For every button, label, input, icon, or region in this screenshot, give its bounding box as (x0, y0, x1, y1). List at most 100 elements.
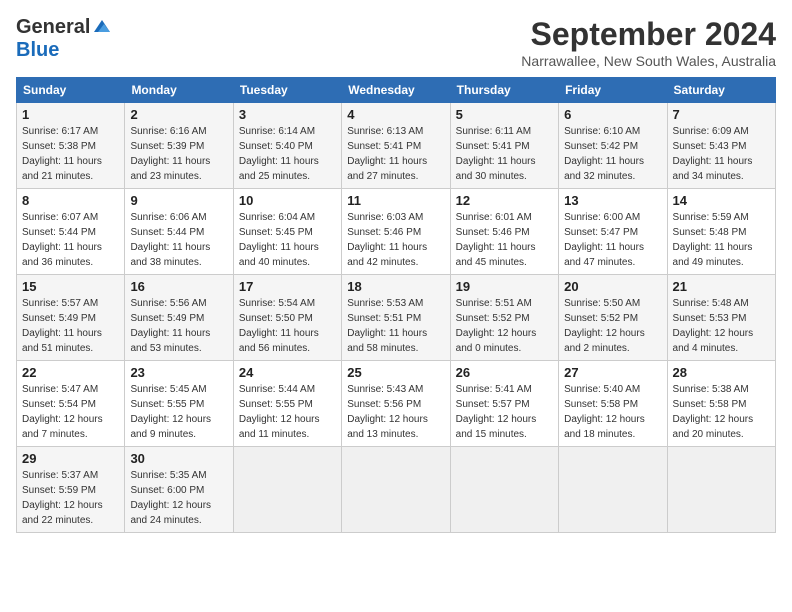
col-tuesday: Tuesday (233, 78, 341, 103)
day-number: 23 (130, 365, 227, 380)
day-number: 3 (239, 107, 336, 122)
day-number: 21 (673, 279, 770, 294)
day-info: Sunrise: 5:40 AMSunset: 5:58 PMDaylight:… (564, 384, 645, 440)
calendar-cell: 14 Sunrise: 5:59 AMSunset: 5:48 PMDaylig… (667, 189, 775, 275)
day-info: Sunrise: 5:59 AMSunset: 5:48 PMDaylight:… (673, 212, 753, 268)
calendar-cell (450, 447, 558, 533)
calendar-cell: 4 Sunrise: 6:13 AMSunset: 5:41 PMDayligh… (342, 103, 450, 189)
day-info: Sunrise: 6:00 AMSunset: 5:47 PMDaylight:… (564, 212, 644, 268)
calendar-cell: 16 Sunrise: 5:56 AMSunset: 5:49 PMDaylig… (125, 275, 233, 361)
day-info: Sunrise: 5:35 AMSunset: 6:00 PMDaylight:… (130, 470, 211, 526)
day-number: 27 (564, 365, 661, 380)
calendar-cell: 17 Sunrise: 5:54 AMSunset: 5:50 PMDaylig… (233, 275, 341, 361)
calendar-cell: 6 Sunrise: 6:10 AMSunset: 5:42 PMDayligh… (559, 103, 667, 189)
day-number: 1 (22, 107, 119, 122)
calendar-cell: 29 Sunrise: 5:37 AMSunset: 5:59 PMDaylig… (17, 447, 125, 533)
logo-general-text: General (16, 16, 90, 39)
col-thursday: Thursday (450, 78, 558, 103)
calendar-cell: 1 Sunrise: 6:17 AMSunset: 5:38 PMDayligh… (17, 103, 125, 189)
calendar-cell: 30 Sunrise: 5:35 AMSunset: 6:00 PMDaylig… (125, 447, 233, 533)
location-subtitle: Narrawallee, New South Wales, Australia (521, 53, 776, 69)
calendar-cell (667, 447, 775, 533)
day-number: 25 (347, 365, 444, 380)
day-info: Sunrise: 6:04 AMSunset: 5:45 PMDaylight:… (239, 212, 319, 268)
logo-blue-text: Blue (16, 39, 59, 62)
page-header: General Blue September 2024 Narrawallee,… (16, 16, 776, 69)
calendar-cell: 23 Sunrise: 5:45 AMSunset: 5:55 PMDaylig… (125, 361, 233, 447)
day-number: 20 (564, 279, 661, 294)
day-info: Sunrise: 6:07 AMSunset: 5:44 PMDaylight:… (22, 212, 102, 268)
calendar-cell: 3 Sunrise: 6:14 AMSunset: 5:40 PMDayligh… (233, 103, 341, 189)
calendar-cell: 22 Sunrise: 5:47 AMSunset: 5:54 PMDaylig… (17, 361, 125, 447)
calendar-cell: 28 Sunrise: 5:38 AMSunset: 5:58 PMDaylig… (667, 361, 775, 447)
day-number: 11 (347, 193, 444, 208)
day-info: Sunrise: 5:48 AMSunset: 5:53 PMDaylight:… (673, 298, 754, 354)
day-info: Sunrise: 5:54 AMSunset: 5:50 PMDaylight:… (239, 298, 319, 354)
calendar-cell: 21 Sunrise: 5:48 AMSunset: 5:53 PMDaylig… (667, 275, 775, 361)
day-number: 4 (347, 107, 444, 122)
calendar-cell: 9 Sunrise: 6:06 AMSunset: 5:44 PMDayligh… (125, 189, 233, 275)
calendar-cell (559, 447, 667, 533)
calendar-cell: 2 Sunrise: 6:16 AMSunset: 5:39 PMDayligh… (125, 103, 233, 189)
day-number: 22 (22, 365, 119, 380)
calendar-cell: 26 Sunrise: 5:41 AMSunset: 5:57 PMDaylig… (450, 361, 558, 447)
calendar-cell: 12 Sunrise: 6:01 AMSunset: 5:46 PMDaylig… (450, 189, 558, 275)
day-number: 17 (239, 279, 336, 294)
day-info: Sunrise: 5:50 AMSunset: 5:52 PMDaylight:… (564, 298, 645, 354)
day-number: 13 (564, 193, 661, 208)
day-info: Sunrise: 6:17 AMSunset: 5:38 PMDaylight:… (22, 126, 102, 182)
calendar-cell: 20 Sunrise: 5:50 AMSunset: 5:52 PMDaylig… (559, 275, 667, 361)
day-info: Sunrise: 5:47 AMSunset: 5:54 PMDaylight:… (22, 384, 103, 440)
col-saturday: Saturday (667, 78, 775, 103)
col-monday: Monday (125, 78, 233, 103)
calendar-body: 1 Sunrise: 6:17 AMSunset: 5:38 PMDayligh… (17, 103, 776, 533)
day-number: 5 (456, 107, 553, 122)
calendar-cell: 11 Sunrise: 6:03 AMSunset: 5:46 PMDaylig… (342, 189, 450, 275)
calendar-cell: 5 Sunrise: 6:11 AMSunset: 5:41 PMDayligh… (450, 103, 558, 189)
day-number: 6 (564, 107, 661, 122)
day-number: 19 (456, 279, 553, 294)
calendar-cell: 25 Sunrise: 5:43 AMSunset: 5:56 PMDaylig… (342, 361, 450, 447)
day-info: Sunrise: 6:11 AMSunset: 5:41 PMDaylight:… (456, 126, 536, 182)
day-number: 8 (22, 193, 119, 208)
title-block: September 2024 Narrawallee, New South Wa… (521, 16, 776, 69)
calendar-cell: 10 Sunrise: 6:04 AMSunset: 5:45 PMDaylig… (233, 189, 341, 275)
day-info: Sunrise: 6:06 AMSunset: 5:44 PMDaylight:… (130, 212, 210, 268)
month-year-title: September 2024 (521, 16, 776, 53)
day-info: Sunrise: 6:09 AMSunset: 5:43 PMDaylight:… (673, 126, 753, 182)
day-info: Sunrise: 5:56 AMSunset: 5:49 PMDaylight:… (130, 298, 210, 354)
col-sunday: Sunday (17, 78, 125, 103)
day-number: 12 (456, 193, 553, 208)
col-friday: Friday (559, 78, 667, 103)
calendar-cell: 13 Sunrise: 6:00 AMSunset: 5:47 PMDaylig… (559, 189, 667, 275)
day-number: 30 (130, 451, 227, 466)
logo: General Blue (16, 16, 112, 62)
day-info: Sunrise: 5:37 AMSunset: 5:59 PMDaylight:… (22, 470, 103, 526)
calendar-cell (342, 447, 450, 533)
day-info: Sunrise: 6:03 AMSunset: 5:46 PMDaylight:… (347, 212, 427, 268)
calendar-cell: 15 Sunrise: 5:57 AMSunset: 5:49 PMDaylig… (17, 275, 125, 361)
table-row: 1 Sunrise: 6:17 AMSunset: 5:38 PMDayligh… (17, 103, 776, 189)
table-row: 15 Sunrise: 5:57 AMSunset: 5:49 PMDaylig… (17, 275, 776, 361)
day-number: 7 (673, 107, 770, 122)
calendar-cell (233, 447, 341, 533)
day-info: Sunrise: 5:53 AMSunset: 5:51 PMDaylight:… (347, 298, 427, 354)
logo-icon (92, 18, 112, 38)
day-number: 2 (130, 107, 227, 122)
day-number: 16 (130, 279, 227, 294)
day-number: 10 (239, 193, 336, 208)
table-row: 22 Sunrise: 5:47 AMSunset: 5:54 PMDaylig… (17, 361, 776, 447)
calendar-cell: 8 Sunrise: 6:07 AMSunset: 5:44 PMDayligh… (17, 189, 125, 275)
calendar-header: Sunday Monday Tuesday Wednesday Thursday… (17, 78, 776, 103)
day-info: Sunrise: 5:57 AMSunset: 5:49 PMDaylight:… (22, 298, 102, 354)
table-row: 8 Sunrise: 6:07 AMSunset: 5:44 PMDayligh… (17, 189, 776, 275)
day-number: 29 (22, 451, 119, 466)
calendar-cell: 24 Sunrise: 5:44 AMSunset: 5:55 PMDaylig… (233, 361, 341, 447)
day-info: Sunrise: 6:14 AMSunset: 5:40 PMDaylight:… (239, 126, 319, 182)
col-wednesday: Wednesday (342, 78, 450, 103)
day-info: Sunrise: 5:44 AMSunset: 5:55 PMDaylight:… (239, 384, 320, 440)
day-number: 9 (130, 193, 227, 208)
day-number: 24 (239, 365, 336, 380)
day-number: 18 (347, 279, 444, 294)
calendar-table: Sunday Monday Tuesday Wednesday Thursday… (16, 77, 776, 533)
